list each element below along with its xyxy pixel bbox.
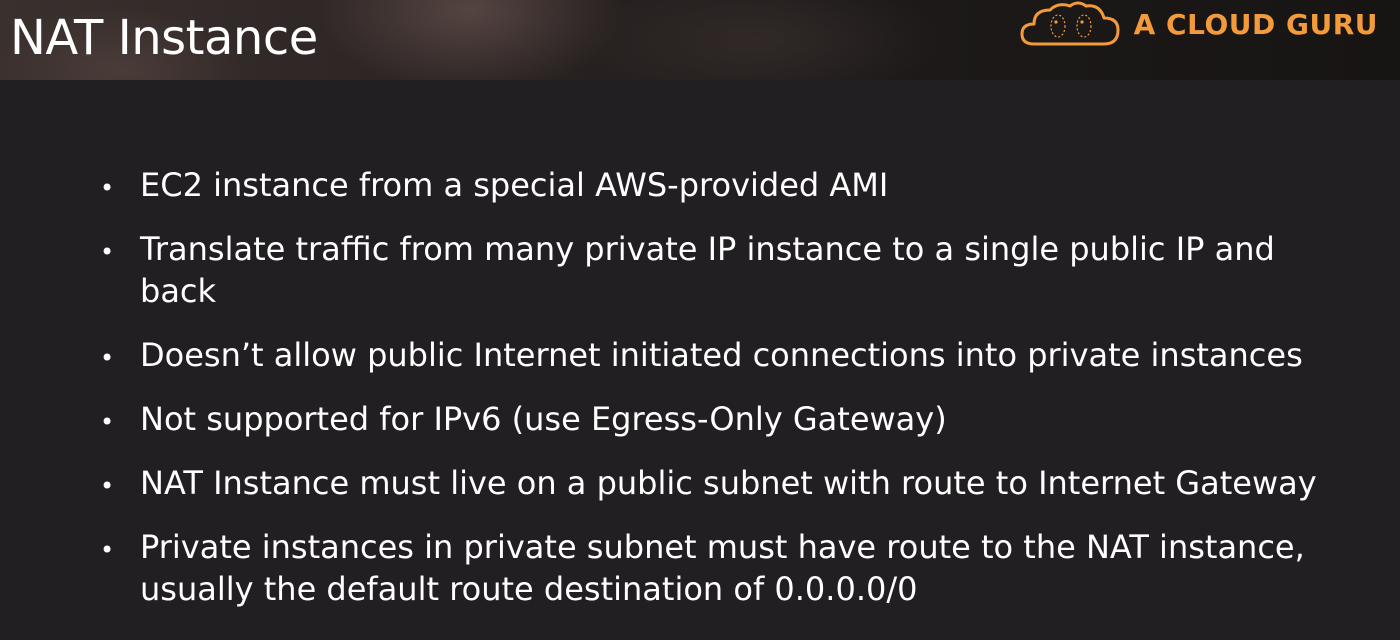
bullet-marker: [100, 462, 112, 507]
bullet-marker: [100, 398, 112, 443]
bullet-marker: [100, 164, 112, 209]
bullet-item: NAT Instance must live on a public subne…: [100, 462, 1340, 504]
bullet-text: Not supported for IPv6 (use Egress-Only …: [140, 400, 947, 438]
bullet-marker: [100, 334, 112, 379]
cloud-icon: [1020, 1, 1120, 46]
bullet-text: EC2 instance from a special AWS-provided…: [140, 166, 889, 204]
bullet-item: Private instances in private subnet must…: [100, 526, 1340, 610]
bullet-text: NAT Instance must live on a public subne…: [140, 464, 1317, 502]
bullet-text: Private instances in private subnet must…: [140, 528, 1305, 608]
bullet-marker: [100, 228, 112, 273]
slide-header: NAT Instance A CLOUD GURU: [0, 0, 1400, 80]
bullet-list: EC2 instance from a special AWS-provided…: [100, 164, 1340, 632]
bullet-item: EC2 instance from a special AWS-provided…: [100, 164, 1340, 206]
slide-title: NAT Instance: [10, 10, 318, 66]
bullet-text: Translate traffic from many private IP i…: [140, 230, 1275, 310]
bullet-item: Translate traffic from many private IP i…: [100, 228, 1340, 312]
bullet-marker: [100, 526, 112, 571]
bullet-item: Doesn’t allow public Internet initiated …: [100, 334, 1340, 376]
bullet-item: Not supported for IPv6 (use Egress-Only …: [100, 398, 1340, 440]
bullet-text: Doesn’t allow public Internet initiated …: [140, 336, 1303, 374]
brand-name: A CLOUD GURU: [1133, 7, 1378, 41]
brand-logo: A CLOUD GURU: [1020, 0, 1378, 48]
